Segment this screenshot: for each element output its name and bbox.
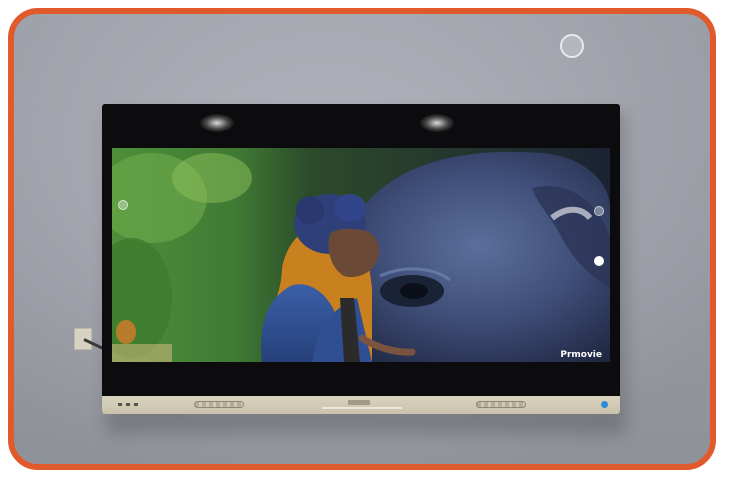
screen-watermark: Prmovie	[560, 350, 602, 360]
screen-nav-left-button[interactable]	[118, 200, 128, 210]
tv-bottom-bezel	[102, 396, 620, 414]
screen-image-elephant-and-man	[112, 148, 610, 362]
bezel-right-speaker-grille	[476, 401, 526, 408]
ceiling-light-reflection	[420, 114, 454, 132]
bezel-left-speaker-grille	[194, 401, 244, 408]
screen-nav-right-button[interactable]	[594, 206, 604, 216]
photo-frame: Prmovie	[8, 8, 716, 470]
brand-logo	[348, 400, 370, 405]
ceiling-light-reflection	[200, 114, 234, 132]
power-led-icon[interactable]	[601, 401, 608, 408]
bezel-highlight	[322, 407, 402, 409]
wall-fixture	[560, 34, 584, 58]
bezel-indicator-dots	[118, 403, 140, 406]
smart-board-tv: Prmovie	[102, 104, 620, 414]
screen-floating-menu-button[interactable]	[594, 256, 604, 266]
tv-screen: Prmovie	[112, 148, 610, 362]
